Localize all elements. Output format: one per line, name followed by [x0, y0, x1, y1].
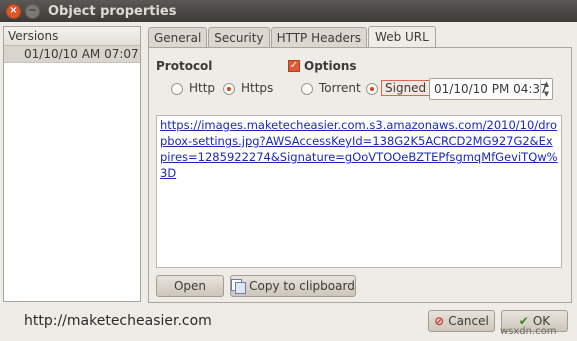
tab-http-headers[interactable]: HTTP Headers [270, 27, 368, 48]
https-radio[interactable] [223, 83, 235, 95]
signed-url-link[interactable]: https://images.maketecheasier.com.s3.ama… [160, 117, 558, 181]
version-row[interactable]: 01/10/10 AM 07:07 [4, 46, 140, 63]
tab-bar: General Security HTTP Headers Web URL [148, 26, 437, 49]
protocol-label: Protocol [156, 59, 213, 73]
versions-list: Versions 01/10/10 AM 07:07 [3, 26, 141, 302]
expiry-value: 01/10/10 PM 04:37 [434, 82, 548, 96]
cancel-icon: ⊘ [434, 314, 445, 328]
http-radio[interactable] [171, 83, 183, 95]
tab-general[interactable]: General [148, 27, 208, 48]
torrent-label: Torrent [319, 81, 361, 95]
window-title: Object properties [48, 3, 177, 19]
footer-url: http://maketecheasier.com [24, 313, 212, 329]
title-bar: × − Object properties [0, 0, 577, 22]
options-label: Options [304, 59, 357, 73]
minimize-window-button[interactable]: − [25, 3, 40, 19]
clipboard-icon [231, 279, 247, 294]
tab-security[interactable]: Security [208, 27, 270, 48]
open-button-label: Open [173, 279, 207, 293]
signed-radio[interactable] [366, 83, 378, 95]
signed-label: Signed [381, 80, 431, 96]
cancel-button[interactable]: ⊘ Cancel [428, 310, 495, 332]
expiry-datetime-field[interactable]: 01/10/10 PM 04:37 ▲ ▼ [429, 78, 553, 100]
options-checkbox[interactable]: ✓ [288, 60, 300, 72]
copy-to-clipboard-button[interactable]: Copy to clipboard [230, 275, 356, 297]
tab-web-url[interactable]: Web URL [368, 26, 436, 49]
expiry-spinner[interactable]: ▲ ▼ [540, 79, 552, 99]
web-url-panel: Protocol Http Https ✓ Options Torrent Si… [148, 47, 572, 303]
copy-button-label: Copy to clipboard [249, 279, 355, 293]
url-box: https://images.maketecheasier.com.s3.ama… [156, 115, 562, 268]
cancel-button-label: Cancel [448, 314, 489, 328]
close-window-button[interactable]: × [6, 3, 21, 19]
https-label: Https [241, 81, 274, 95]
http-label: Http [189, 81, 216, 95]
watermark: wsxdn.com [500, 326, 557, 337]
open-button[interactable]: Open [156, 275, 224, 297]
versions-header[interactable]: Versions [4, 27, 140, 46]
torrent-radio[interactable] [301, 83, 313, 95]
